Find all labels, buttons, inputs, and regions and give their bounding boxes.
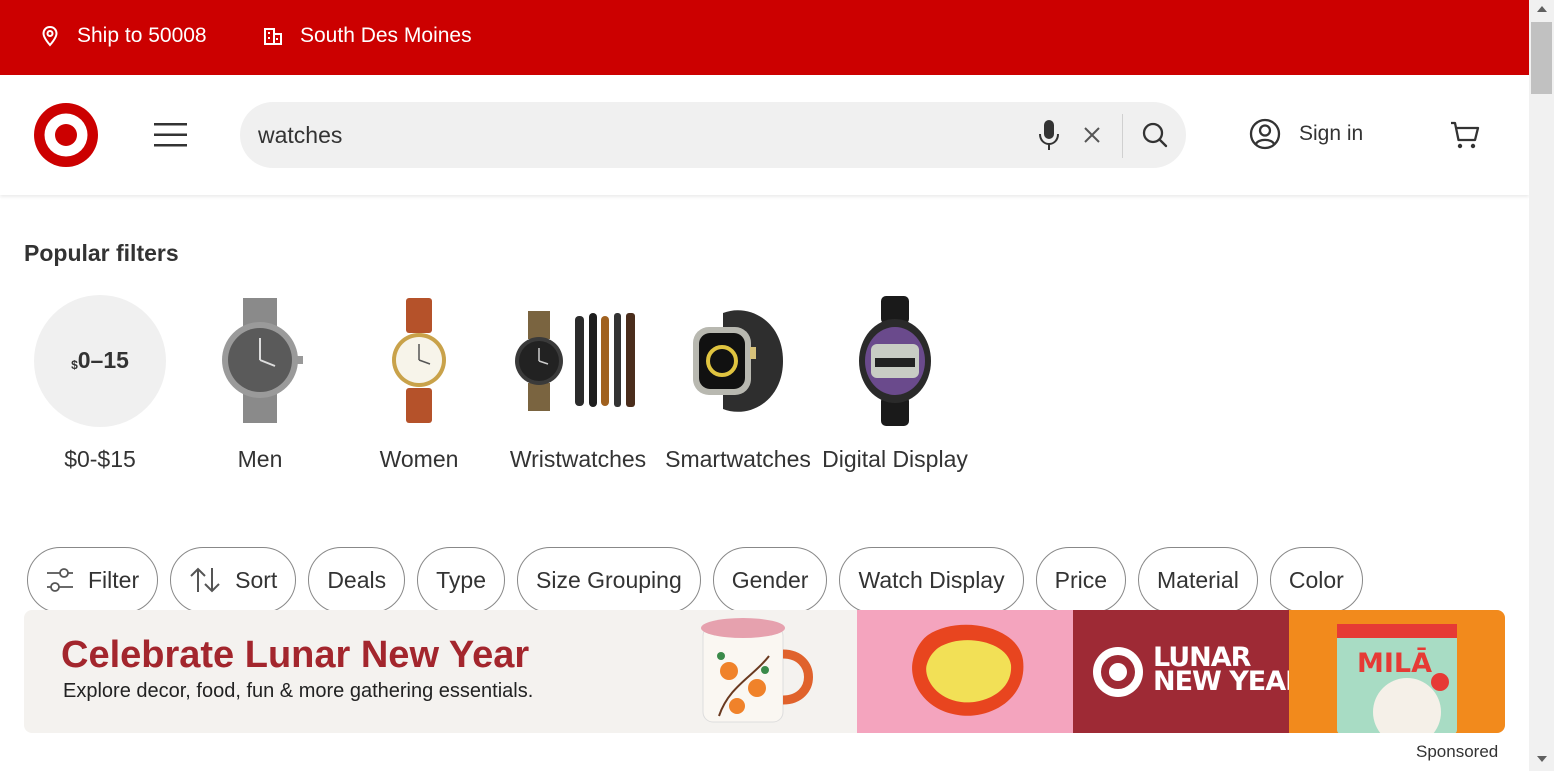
- color-chip[interactable]: Color: [1269, 547, 1363, 613]
- banner-pink-panel: [857, 610, 1073, 733]
- hamburger-menu-icon[interactable]: [154, 121, 188, 149]
- sponsored-label: Sponsored: [1416, 742, 1499, 761]
- watch-display-chip[interactable]: Watch Display: [839, 547, 1024, 613]
- microphone-icon[interactable]: [1037, 118, 1061, 152]
- deals-chip[interactable]: Deals: [308, 547, 406, 613]
- store-selector-button[interactable]: South Des Moines: [263, 24, 472, 48]
- banner-orange-panel: MILĀ: [1289, 610, 1505, 733]
- account-icon: [1249, 118, 1281, 150]
- scrollbar-thumb[interactable]: [1531, 22, 1552, 94]
- search-divider: [1122, 114, 1123, 158]
- sign-in-label: Sign in: [1299, 122, 1364, 145]
- filter-tile-label: $0-$15: [64, 446, 136, 472]
- banner-subtitle: Explore decor, food, fun & more gatherin…: [63, 680, 534, 702]
- women-watch-image: [392, 298, 446, 423]
- mug-image: [701, 618, 813, 723]
- target-logo-icon: [1093, 647, 1143, 697]
- dish-image: [912, 624, 1024, 716]
- filter-tile-smartwatches[interactable]: Smartwatches: [663, 293, 813, 476]
- cart-icon[interactable]: [1449, 119, 1481, 151]
- location-pin-icon: [42, 25, 58, 47]
- mila-brand-text: MILĀ: [1357, 648, 1433, 679]
- top-bar: Ship to 50008 South Des Moines: [0, 0, 1529, 75]
- store-icon: [264, 28, 282, 45]
- store-label: South Des Moines: [300, 24, 472, 47]
- sliders-icon: [47, 568, 73, 592]
- filter-tile-label: Smartwatches: [665, 446, 811, 472]
- filter-tile-label: Digital Display: [822, 446, 968, 472]
- filter-tile-price[interactable]: $0–15 $0-$15: [25, 293, 175, 476]
- gender-chip[interactable]: Gender: [712, 547, 828, 613]
- men-watch-image: [222, 298, 303, 423]
- wristwatch-set-image: [515, 310, 635, 411]
- scroll-up-arrow-icon[interactable]: [1537, 6, 1547, 12]
- material-chip[interactable]: Material: [1138, 547, 1258, 613]
- sort-arrows-icon: [190, 567, 220, 593]
- lunar-new-year-banner[interactable]: Celebrate Lunar New Year Explore decor, …: [24, 610, 1505, 733]
- filter-tile-label: Wristwatches: [509, 446, 647, 472]
- size-grouping-chip[interactable]: Size Grouping: [517, 547, 701, 613]
- filter-chip[interactable]: Filter: [27, 547, 159, 613]
- search-bar: [240, 102, 1186, 168]
- price-chip[interactable]: Price: [1035, 547, 1127, 613]
- page-scrollbar[interactable]: [1529, 0, 1554, 771]
- digital-watch-image: [859, 295, 931, 426]
- filter-tile-wristwatches[interactable]: Wristwatches: [503, 293, 653, 476]
- clear-search-icon[interactable]: [1083, 126, 1101, 144]
- target-logo-icon[interactable]: [34, 103, 98, 167]
- popular-filters-heading: Popular filters: [24, 240, 179, 266]
- site-header: Sign in: [0, 75, 1529, 195]
- price-badge: $0–15: [34, 294, 166, 427]
- ship-to-label: Ship to 50008: [77, 24, 207, 47]
- type-chip[interactable]: Type: [417, 547, 505, 613]
- filter-chip-bar: Filter Sort Deals Type Size Grouping Gen…: [27, 547, 1363, 613]
- sort-chip[interactable]: Sort: [170, 547, 297, 613]
- ship-to-button[interactable]: Ship to 50008: [40, 24, 207, 48]
- filter-tile-men[interactable]: Men: [185, 293, 335, 476]
- lunar-new-year-logo-text: LUNAR NEW YEAR: [1153, 642, 1306, 697]
- filter-tile-label: Women: [379, 446, 459, 472]
- filter-tile-women[interactable]: Women: [344, 293, 494, 476]
- filter-tile-label: Men: [237, 446, 283, 472]
- filter-tile-digital-display[interactable]: Digital Display: [820, 293, 970, 476]
- scroll-down-arrow-icon[interactable]: [1537, 756, 1547, 762]
- sign-in-button[interactable]: Sign in: [1249, 118, 1363, 150]
- search-icon[interactable]: [1141, 121, 1169, 149]
- smartwatch-image: [693, 309, 783, 412]
- search-input[interactable]: [258, 118, 1018, 152]
- banner-title: Celebrate Lunar New Year: [61, 634, 530, 676]
